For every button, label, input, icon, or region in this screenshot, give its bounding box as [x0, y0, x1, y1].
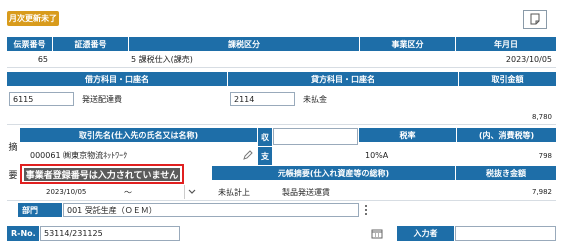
tilde: ～: [124, 187, 132, 197]
divider: [7, 200, 556, 201]
header-partner: 取引先名(仕入先の氏名又は名称): [20, 128, 257, 142]
tax-rate-value[interactable]: 10%A: [365, 148, 445, 162]
more-icon[interactable]: [360, 203, 372, 217]
credit-name: 未払金: [303, 94, 327, 104]
debit-code-field[interactable]: 6115: [9, 92, 74, 106]
header-tax-amount: (内、消費税等): [457, 128, 556, 142]
tooltip: 事業者登録番号は入力されていません: [24, 168, 180, 181]
header-slip-no: 伝票番号: [7, 37, 52, 51]
header-shu: 収: [258, 128, 272, 146]
partner-value[interactable]: 000061 ㈱東京物流ﾈｯﾄﾜｰｸ: [30, 148, 230, 162]
pencil-icon[interactable]: [242, 149, 254, 161]
r-no-field[interactable]: 53114/231125: [40, 226, 180, 241]
header-tax-class: 課税区分: [129, 37, 359, 51]
header-voucher-no: 証憑番号: [53, 37, 128, 51]
date-from[interactable]: 2023/10/05: [46, 186, 106, 198]
date-value[interactable]: 2023/10/05: [456, 52, 556, 67]
note-icon[interactable]: [523, 10, 547, 29]
label-department: 部門: [18, 203, 62, 217]
divider: [7, 67, 556, 68]
divider: [7, 124, 556, 125]
header-credit: 貸方科目・口座名: [228, 72, 458, 86]
chevron-down-icon[interactable]: [184, 185, 198, 199]
header-date: 年月日: [456, 37, 556, 51]
label-entrant: 入力者: [397, 226, 454, 241]
calendar-icon[interactable]: [370, 227, 384, 240]
slip-no-value[interactable]: 65: [7, 52, 52, 67]
shu-field[interactable]: [273, 128, 358, 145]
header-business-class: 事業区分: [360, 37, 455, 51]
amount-value[interactable]: 8,780: [459, 111, 556, 123]
header-amount: 取引金額: [459, 72, 556, 86]
header-debit: 借方科目・口座名: [7, 72, 227, 86]
voucher-no-value[interactable]: [53, 52, 128, 67]
label-r-no: R-No.: [7, 226, 39, 241]
net-value[interactable]: 7,982: [456, 186, 556, 198]
tax-amount-value[interactable]: 798: [457, 150, 556, 162]
side-label-teki: 摘: [8, 142, 18, 153]
header-net: 税抜き金額: [456, 166, 556, 180]
header-shi: 支: [258, 147, 272, 165]
debit-name: 発送配達費: [82, 94, 122, 104]
department-field[interactable]: 001 受託生産（ＯＥＭ）: [63, 203, 359, 217]
tax-class-value[interactable]: 5 課税仕入(課売): [131, 52, 359, 67]
business-class-value[interactable]: [360, 52, 455, 67]
side-label-you: 要: [8, 170, 18, 181]
header-desc: 元帳摘要(仕入れ資産等の総称): [212, 166, 455, 180]
desc-text[interactable]: 製品発送運賃: [282, 186, 402, 198]
status-badge: 月次更新未了: [7, 11, 59, 26]
entrant-field[interactable]: [455, 226, 556, 241]
header-tax-rate: 税率: [359, 128, 456, 142]
desc-code[interactable]: 未払計上: [218, 186, 268, 198]
credit-code-field[interactable]: 2114: [230, 92, 295, 106]
